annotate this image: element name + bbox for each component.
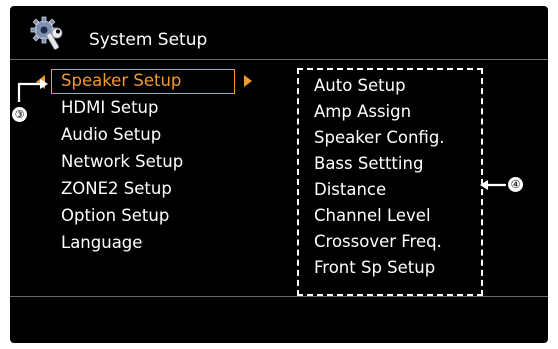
callout-4-badge: ④ (507, 176, 524, 193)
callout-3-badge: ③ (11, 106, 28, 123)
callout-lines (17, 79, 506, 190)
